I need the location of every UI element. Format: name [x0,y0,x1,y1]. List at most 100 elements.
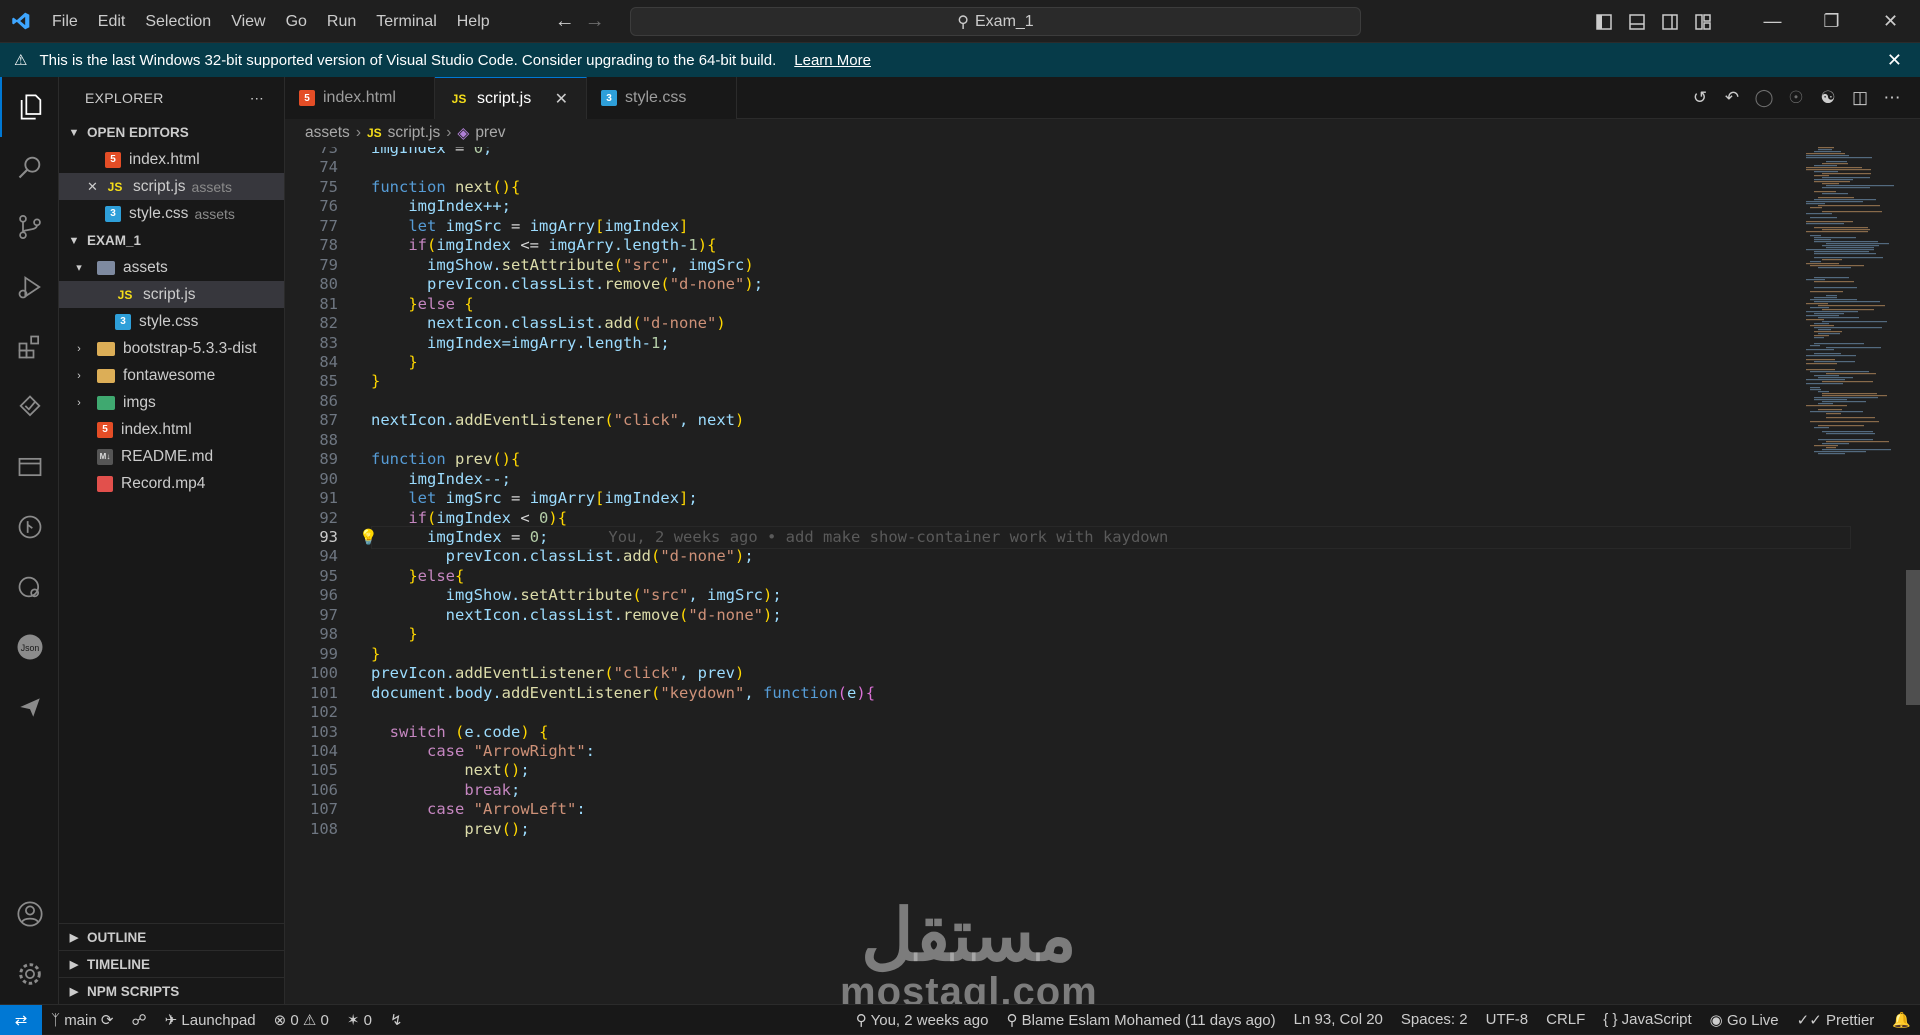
problems-indicator[interactable]: ⊗ 0 ⚠ 0 [265,1011,338,1029]
toggle-primary-sidebar-icon[interactable] [1587,0,1620,43]
breadcrumb-folder[interactable]: assets [305,124,350,142]
menu-edit[interactable]: Edit [88,0,136,43]
menu-selection[interactable]: Selection [135,0,221,43]
prettier-button[interactable]: ✓✓ Prettier [1788,1011,1884,1029]
code-editor[interactable]: 73 imgIndex = 0; 74 75 function next(){76 im… [285,147,1920,1004]
code-line[interactable]: imgIndex = 0; You, 2 weeks ago • add make… [371,528,1168,546]
manage-gear-icon[interactable] [0,944,59,1004]
close-window-icon[interactable]: ✕ [1861,0,1920,43]
more-actions-icon[interactable]: ⋯ [250,90,264,107]
remote-explorer-icon[interactable] [0,437,59,497]
tree-item[interactable]: › fontawesome [59,362,284,389]
code-line[interactable]: imgIndex--; [371,470,511,488]
code-line[interactable]: }else { [371,295,473,313]
ports-indicator[interactable]: ✶ 0 [338,1011,381,1029]
code-line[interactable]: prevIcon.classList.add("d-none"); [371,547,754,565]
next-revision-icon[interactable]: ☉ [1780,88,1812,108]
timeline-history-icon[interactable]: ↺ [1684,88,1716,108]
launchpad-button[interactable]: ✈ Launchpad [156,1011,265,1029]
minimap[interactable] [1786,147,1906,1004]
tree-item[interactable]: ▾ assets [59,254,284,281]
indentation[interactable]: Spaces: 2 [1392,1011,1477,1028]
close-tab-icon[interactable]: ✕ [555,89,568,109]
restore-icon[interactable]: ❐ [1802,0,1861,43]
code-line[interactable]: let imgSrc = imgArry[imgIndex]; [371,489,697,507]
tree-item[interactable]: Record.mp4 [59,470,284,497]
code-line[interactable]: if(imgIndex < 0){ [371,509,567,527]
source-control-icon[interactable] [0,197,59,257]
breadcrumb-symbol[interactable]: prev [475,124,505,142]
menu-help[interactable]: Help [447,0,500,43]
code-line[interactable]: }else{ [371,567,464,585]
tree-item[interactable]: › imgs [59,389,284,416]
breadcrumb-file[interactable]: script.js [388,124,441,142]
scrollbar-thumb[interactable] [1906,570,1920,705]
notifications-bell-icon[interactable]: 🔔 [1883,1011,1920,1029]
code-line[interactable]: document.body.addEventListener("keydown"… [371,684,875,702]
accounts-icon[interactable] [0,884,59,944]
git-graph-icon[interactable] [0,497,59,557]
code-line[interactable]: imgShow.setAttribute("src", imgSrc); [371,586,782,604]
tree-item[interactable]: JS script.js [59,281,284,308]
split-editor-icon[interactable]: ◫ [1844,88,1876,108]
menu-run[interactable]: Run [317,0,366,43]
git-graph-status-icon[interactable]: ☍ [122,1011,155,1029]
code-line[interactable]: } [371,372,380,390]
tree-item[interactable]: › bootstrap-5.3.3-dist [59,335,284,362]
code-line[interactable]: } [371,353,417,371]
toggle-secondary-sidebar-icon[interactable] [1653,0,1686,43]
sync-icon[interactable]: ⟳ [101,1012,114,1029]
send-icon[interactable] [0,677,59,737]
lightning-icon[interactable]: ↯ [381,1011,412,1029]
code-line[interactable]: next(); [371,761,529,779]
code-line[interactable]: function prev(){ [371,450,520,468]
revision-icon[interactable]: ◯ [1748,88,1780,108]
open-editors-section[interactable]: ▼ OPEN EDITORS [59,119,284,146]
explorer-icon[interactable] [0,77,59,137]
code-line[interactable]: } [371,645,380,663]
open-editor-item[interactable]: ✕ JS script.js assets [59,173,284,200]
editor-scrollbar[interactable] [1906,147,1920,1004]
cursor-position[interactable]: Ln 93, Col 20 [1285,1011,1392,1028]
tab-style-css[interactable]: 3 style.css [587,77,737,119]
blame-indicator[interactable]: ⚲ You, 2 weeks ago [847,1011,998,1029]
tab-index-html[interactable]: 5 index.html [285,77,435,119]
code-line[interactable]: } [371,625,417,643]
menu-terminal[interactable]: Terminal [366,0,446,43]
testing-icon[interactable] [0,377,59,437]
customize-layout-icon[interactable] [1686,0,1719,43]
search-view-icon[interactable] [0,137,59,197]
code-line[interactable]: imgShow.setAttribute("src", imgSrc) [371,256,754,274]
go-live-button[interactable]: ◉ Go Live [1701,1011,1788,1029]
end-of-line[interactable]: CRLF [1537,1011,1594,1028]
gitlens-icon[interactable] [0,557,59,617]
code-line[interactable]: let imgSrc = imgArry[imgIndex] [371,217,688,235]
close-editor-icon[interactable]: ✕ [87,179,105,195]
code-line[interactable]: case "ArrowRight": [371,742,595,760]
learn-more-link[interactable]: Learn More [794,52,871,69]
code-line[interactable]: imgIndex++; [371,197,511,215]
code-line[interactable]: prevIcon.addEventListener("click", prev) [371,664,744,682]
open-editor-item[interactable]: 5 index.html [59,146,284,173]
remote-indicator-icon[interactable]: ⇄ [0,1004,42,1035]
close-banner-icon[interactable]: ✕ [1887,50,1902,71]
code-line[interactable]: switch (e.code) { [371,723,549,741]
tree-item[interactable]: 3 style.css [59,308,284,335]
code-line[interactable]: break; [371,781,520,799]
menu-go[interactable]: Go [276,0,317,43]
json-icon[interactable]: Json [0,617,59,677]
exam-project-section[interactable]: ▼ EXAM_1 [59,227,284,254]
code-line[interactable]: prev(); [371,820,529,838]
language-mode[interactable]: { } JavaScript [1594,1011,1700,1028]
menu-file[interactable]: File [42,0,88,43]
more-editor-actions-icon[interactable]: ⋯ [1876,88,1908,108]
tree-item[interactable]: 5 index.html [59,416,284,443]
command-center-search[interactable]: ⚲ Exam_1 [630,7,1361,36]
code-line[interactable]: imgIndex = 0; [371,147,492,157]
previous-change-icon[interactable]: ↶ [1716,88,1748,108]
timeline-section[interactable]: ▶ TIMELINE [59,950,285,977]
extensions-icon[interactable] [0,317,59,377]
run-debug-icon[interactable] [0,257,59,317]
code-line[interactable]: nextIcon.classList.add("d-none") [371,314,726,332]
code-line[interactable]: case "ArrowLeft": [371,800,586,818]
